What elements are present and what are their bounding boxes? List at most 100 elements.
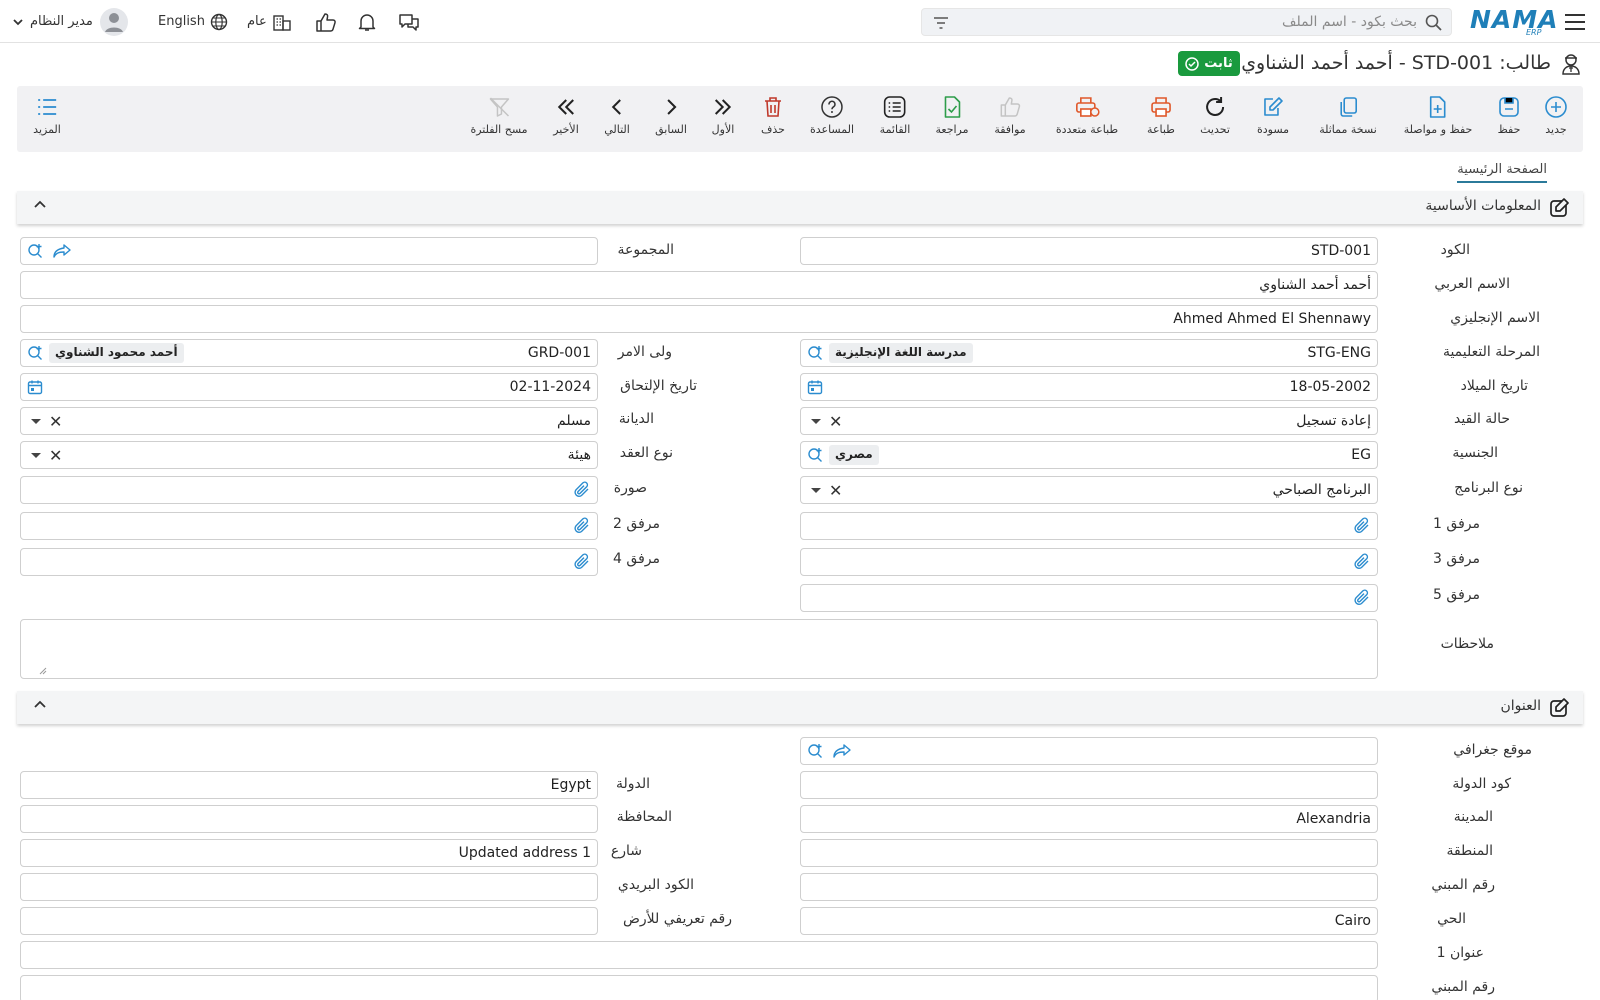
district-field[interactable]: Cairo <box>800 907 1378 935</box>
photo-field[interactable] <box>20 476 598 504</box>
double-chevron-icon <box>712 94 734 120</box>
share-icon[interactable] <box>53 244 71 258</box>
dropdown-arrow-icon[interactable] <box>31 453 41 458</box>
attach5-field[interactable] <box>800 584 1378 612</box>
search-input[interactable]: بحث بكود - اسم الملف <box>921 8 1452 36</box>
join-date-field[interactable]: 02-11-2024 <box>20 373 598 401</box>
group-field[interactable] <box>20 237 598 265</box>
clear-icon[interactable]: ✕ <box>49 446 62 465</box>
share-icon[interactable] <box>833 744 851 758</box>
chat-icon[interactable] <box>398 0 420 43</box>
postal-code-field[interactable] <box>20 873 598 901</box>
contract-type-select[interactable]: هيئة ✕ <box>20 441 598 469</box>
paperclip-icon[interactable] <box>1353 553 1371 571</box>
lookup-icon[interactable] <box>807 447 825 463</box>
review-button[interactable]: مراجعة <box>935 86 969 152</box>
governorate-label: المحافظة <box>616 809 672 825</box>
delete-button[interactable]: حذف <box>761 86 785 152</box>
clear-icon[interactable]: ✕ <box>829 412 842 431</box>
save-continue-button[interactable]: حفظ و مواصلة <box>1404 86 1472 152</box>
attach3-field[interactable] <box>800 548 1378 576</box>
land-id-field[interactable] <box>20 907 598 935</box>
dropdown-arrow-icon[interactable] <box>811 488 821 493</box>
city-field[interactable]: Alexandria <box>800 805 1378 833</box>
clear-icon[interactable]: ✕ <box>829 481 842 500</box>
calendar-icon[interactable] <box>807 379 823 395</box>
user-menu[interactable]: مدير النظام <box>12 0 129 43</box>
duplicate-button[interactable]: نسخة مماثلة <box>1319 86 1377 152</box>
clear-icon[interactable]: ✕ <box>49 412 62 431</box>
governorate-field[interactable] <box>20 805 598 833</box>
menu-icon[interactable] <box>1564 0 1586 43</box>
chevron-up-icon[interactable] <box>34 700 46 710</box>
last-button[interactable]: الأخير <box>553 86 579 152</box>
refresh-button[interactable]: تحديث <box>1200 86 1230 152</box>
nationality-field[interactable]: EG مصري <box>800 441 1378 469</box>
stage-field[interactable]: STG-ENG مدرسة اللغة الإنجليزية <box>800 339 1378 367</box>
arabic-name-field[interactable]: أحمد أحمد الشناوي <box>20 271 1378 299</box>
birth-date-field[interactable]: 18-05-2002 <box>800 373 1378 401</box>
attach1-field[interactable] <box>800 512 1378 540</box>
double-chevron-left-icon <box>555 94 577 120</box>
street-field[interactable]: Updated address 1 <box>20 839 598 867</box>
bell-icon[interactable] <box>357 0 377 43</box>
paperclip-icon[interactable] <box>1353 517 1371 535</box>
section-address-header[interactable]: العنوان <box>17 691 1583 724</box>
lookup-icon[interactable] <box>27 345 45 361</box>
language-label: English <box>158 14 205 29</box>
previous-button[interactable]: السابق <box>655 86 687 152</box>
attach4-field[interactable] <box>20 548 598 576</box>
help-button[interactable]: المساعدة <box>810 86 854 152</box>
chevron-up-icon[interactable] <box>34 200 46 210</box>
chevron-right-icon <box>660 94 682 120</box>
approvals-icon[interactable] <box>315 0 337 43</box>
language-switch[interactable]: English <box>158 0 228 43</box>
attach2-field[interactable] <box>20 512 598 540</box>
next-button[interactable]: التالي <box>604 86 630 152</box>
paperclip-icon[interactable] <box>573 481 591 499</box>
religion-select[interactable]: مسلم ✕ <box>20 407 598 435</box>
multi-printer-icon <box>1074 94 1100 120</box>
paperclip-icon[interactable] <box>573 553 591 571</box>
list-button[interactable]: القائمة <box>880 86 910 152</box>
filter-icon[interactable] <box>932 15 950 31</box>
lookup-icon[interactable] <box>807 743 825 759</box>
address1-field[interactable] <box>20 941 1378 969</box>
guardian-field[interactable]: GRD-001 أحمد محمود الشناوي <box>20 339 598 367</box>
dropdown-arrow-icon[interactable] <box>31 419 41 424</box>
approve-button[interactable]: موافقة <box>994 86 1026 152</box>
tab-main-page[interactable]: الصفحة الرئيسية <box>1457 162 1547 183</box>
english-name-field[interactable]: Ahmed Ahmed El Shennawy <box>20 305 1378 333</box>
geo-field[interactable] <box>800 737 1378 765</box>
attach4-label: مرفق 4 <box>613 551 660 567</box>
paperclip-icon[interactable] <box>573 517 591 535</box>
more-button[interactable]: المزيد <box>33 86 61 152</box>
student-icon <box>1559 52 1583 76</box>
country-field[interactable]: Egypt <box>20 771 598 799</box>
birth-date-label: تاريخ الميلاد <box>1460 378 1528 394</box>
paperclip-icon[interactable] <box>1353 589 1371 607</box>
country-code-field[interactable] <box>800 771 1378 799</box>
calendar-icon[interactable] <box>27 379 43 395</box>
new-button[interactable]: جديد <box>1544 86 1568 152</box>
dropdown-arrow-icon[interactable] <box>811 419 821 424</box>
context-switch[interactable]: عام <box>247 0 292 43</box>
first-button[interactable]: الأول <box>712 86 734 152</box>
clear-filter-button[interactable]: مسح الفلترة <box>470 86 528 152</box>
draft-button[interactable]: مسودة <box>1257 86 1289 152</box>
notes-textarea[interactable] <box>20 619 1378 679</box>
save-button[interactable]: حفظ <box>1497 86 1521 152</box>
region-field[interactable] <box>800 839 1378 867</box>
section-basic-header[interactable]: المعلومات الأساسية <box>17 191 1583 224</box>
building-no2-field[interactable] <box>20 975 1378 1000</box>
print-button[interactable]: طباعة <box>1147 86 1175 152</box>
resize-handle-icon[interactable] <box>39 667 47 675</box>
code-field[interactable]: STD-001 <box>800 237 1378 265</box>
group-label: المجموعة <box>617 242 674 258</box>
program-type-select[interactable]: البرنامج الصباحي ✕ <box>800 476 1378 504</box>
multi-print-button[interactable]: طباعة متعددة <box>1056 86 1118 152</box>
building-no-field[interactable] <box>800 873 1378 901</box>
enroll-status-select[interactable]: إعادة تسجيل ✕ <box>800 407 1378 435</box>
lookup-icon[interactable] <box>27 243 45 259</box>
lookup-icon[interactable] <box>807 345 825 361</box>
